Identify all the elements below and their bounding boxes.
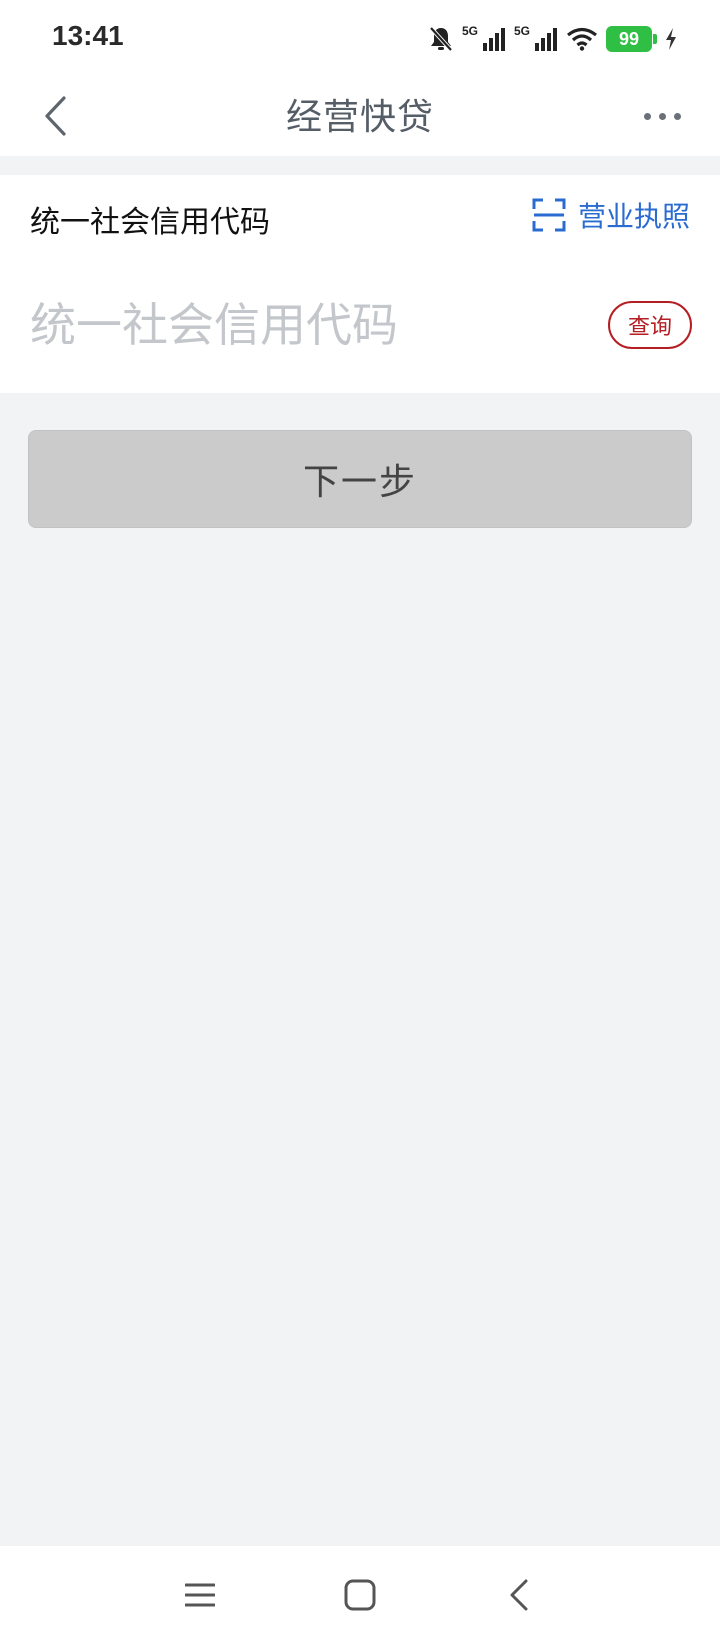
status-icons: 5G 5G 99 xyxy=(428,22,678,56)
business-license-scan-button[interactable]: 营业执照 xyxy=(532,195,690,235)
status-bar: 13:41 5G 5G 99 xyxy=(0,0,720,76)
home-icon xyxy=(344,1579,376,1611)
more-dot xyxy=(658,112,666,120)
system-back-button[interactable] xyxy=(494,1570,544,1620)
network-type-1: 5G xyxy=(461,24,478,38)
credit-code-form: 统一社会信用代码 营业执照 查询 xyxy=(0,175,720,393)
next-step-button[interactable]: 下一步 xyxy=(28,430,692,528)
nav-bar: 经营快贷 xyxy=(0,76,720,156)
signal-icon xyxy=(482,28,505,51)
more-dot xyxy=(673,112,681,120)
charging-icon xyxy=(666,28,676,50)
status-time: 13:41 xyxy=(52,20,124,51)
home-button[interactable] xyxy=(335,1570,385,1620)
battery-icon: 99 xyxy=(606,26,657,52)
system-navigation-bar xyxy=(0,1546,720,1640)
wifi-icon xyxy=(567,27,597,51)
query-button[interactable]: 查询 xyxy=(608,301,692,349)
network-type-2: 5G xyxy=(513,24,530,38)
business-license-label: 营业执照 xyxy=(577,200,690,233)
back-icon xyxy=(510,1579,528,1611)
signal-icon xyxy=(535,28,557,51)
bell-muted-icon xyxy=(429,26,453,52)
credit-code-input[interactable] xyxy=(30,293,570,357)
more-dots-icon xyxy=(643,112,651,120)
menu-button[interactable] xyxy=(175,1570,225,1620)
page-title: 经营快贷 xyxy=(285,97,434,138)
menu-icon xyxy=(185,1583,215,1607)
more-button[interactable] xyxy=(632,90,692,142)
credit-code-label: 统一社会信用代码 xyxy=(30,205,270,240)
scan-frame-icon xyxy=(532,198,566,232)
